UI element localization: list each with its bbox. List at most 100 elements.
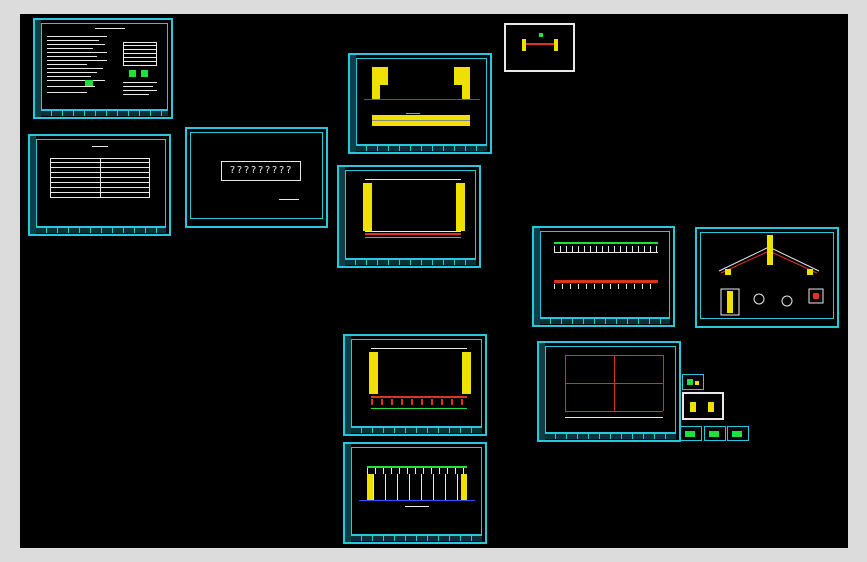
column-block bbox=[522, 39, 526, 51]
sheet-title-block bbox=[351, 535, 482, 541]
column-block bbox=[554, 39, 558, 51]
detail-callout bbox=[781, 295, 793, 307]
beam-line bbox=[372, 120, 470, 121]
sheet-elevation-b[interactable] bbox=[343, 442, 487, 544]
facade-grid bbox=[373, 474, 461, 500]
beam-mark bbox=[554, 280, 658, 283]
plan-outline bbox=[365, 231, 461, 232]
roof-slope-left bbox=[718, 246, 770, 272]
sheet-thumbnail-top[interactable] bbox=[504, 23, 575, 72]
sheet-plan-c[interactable] bbox=[537, 341, 681, 442]
sheet-drawing-index[interactable] bbox=[28, 134, 171, 236]
ground-line bbox=[359, 500, 475, 501]
detail-mark bbox=[695, 381, 699, 385]
dimension-line bbox=[365, 237, 461, 238]
detail-mark bbox=[709, 431, 719, 437]
sheet-plan-a[interactable] bbox=[337, 165, 481, 268]
plan-outline bbox=[365, 179, 461, 180]
note-line bbox=[47, 68, 103, 69]
detail-block bbox=[813, 293, 819, 299]
grid-line bbox=[614, 355, 615, 411]
note-line bbox=[47, 80, 105, 81]
truss-bottom bbox=[554, 252, 658, 253]
detail-callout bbox=[753, 293, 765, 305]
sheet-section-a[interactable] bbox=[532, 226, 675, 327]
note-line bbox=[123, 82, 157, 83]
note-line bbox=[47, 72, 97, 73]
detail-mark bbox=[690, 402, 696, 412]
notes-symbol bbox=[141, 70, 148, 77]
column-block bbox=[456, 183, 465, 231]
note-line bbox=[47, 60, 107, 61]
note-line bbox=[47, 92, 87, 93]
cover-title: ????????? bbox=[221, 161, 301, 181]
ridge-block bbox=[767, 235, 773, 265]
detail-mark bbox=[732, 431, 742, 437]
grid-line bbox=[663, 355, 664, 411]
sheet-title-block bbox=[540, 318, 670, 324]
column-block bbox=[372, 85, 380, 99]
cover-subtitle-line bbox=[279, 199, 299, 200]
beam-mark bbox=[522, 43, 558, 45]
note-line bbox=[123, 86, 153, 87]
grid-line bbox=[565, 411, 663, 412]
detail-thumbnail[interactable] bbox=[682, 374, 704, 390]
node-mark bbox=[539, 33, 543, 37]
wall-opening bbox=[388, 67, 454, 85]
roof-detail-drawing bbox=[718, 235, 824, 316]
column-block bbox=[462, 85, 470, 99]
note-line bbox=[123, 90, 157, 91]
note-line bbox=[47, 52, 107, 53]
foundation-grid bbox=[371, 399, 467, 405]
note-line bbox=[47, 48, 93, 49]
beam-mark bbox=[406, 113, 420, 114]
column-block bbox=[461, 474, 467, 500]
sheet-border bbox=[540, 231, 670, 318]
notes-heading-line bbox=[95, 28, 125, 29]
sheet-title-block bbox=[545, 433, 676, 439]
note-line bbox=[47, 36, 107, 37]
sheet-title-block bbox=[345, 259, 476, 265]
sheet-cover[interactable]: ????????? bbox=[185, 127, 328, 228]
detail-block bbox=[727, 291, 733, 313]
sheet-design-notes[interactable] bbox=[33, 18, 173, 119]
index-table-divider bbox=[100, 158, 101, 198]
detail-thumbnail[interactable] bbox=[704, 426, 726, 441]
truss-top bbox=[554, 242, 658, 244]
elevation-title-line bbox=[405, 506, 429, 507]
note-line bbox=[47, 40, 99, 41]
roof-slope-right bbox=[768, 246, 820, 272]
notes-symbol bbox=[129, 70, 136, 77]
column-block bbox=[462, 352, 471, 394]
eave-block bbox=[725, 269, 731, 275]
index-heading-line bbox=[92, 146, 108, 147]
note-line bbox=[123, 94, 149, 95]
sheet-title-block bbox=[36, 227, 166, 233]
beam-web bbox=[554, 284, 658, 289]
sheet-plan-b[interactable] bbox=[343, 334, 487, 436]
sheet-title-block bbox=[41, 110, 168, 116]
note-line bbox=[47, 86, 95, 87]
eave-block bbox=[807, 269, 813, 275]
dimension-line bbox=[371, 408, 467, 409]
drawing-canvas[interactable]: ????????? bbox=[20, 14, 848, 548]
dimension-line bbox=[565, 417, 663, 418]
sheet-roof-detail[interactable] bbox=[695, 227, 839, 328]
foundation-beam bbox=[371, 396, 467, 398]
detail-thumbnail[interactable] bbox=[682, 392, 724, 420]
notes-table bbox=[123, 42, 157, 66]
detail-mark bbox=[685, 431, 695, 437]
grid-line bbox=[565, 355, 566, 411]
note-line bbox=[47, 44, 105, 45]
ground-line bbox=[364, 99, 480, 100]
column-block bbox=[369, 352, 378, 394]
sheet-title-block bbox=[351, 427, 482, 433]
detail-mark bbox=[687, 379, 693, 385]
detail-thumbnail[interactable] bbox=[680, 426, 702, 441]
detail-thumbnail[interactable] bbox=[727, 426, 749, 441]
note-line bbox=[47, 64, 87, 65]
sheet-elevation-a[interactable] bbox=[348, 53, 492, 154]
note-line bbox=[47, 76, 91, 77]
sheet-title-block bbox=[356, 145, 487, 151]
note-line bbox=[47, 56, 97, 57]
